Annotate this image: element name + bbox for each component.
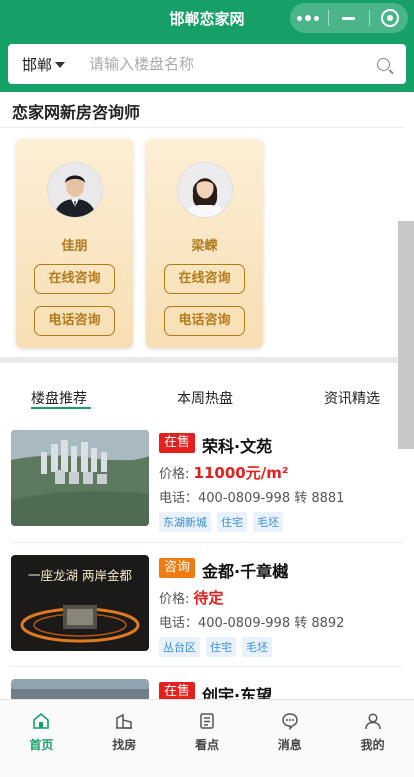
section-gap — [0, 357, 398, 363]
nav-label: 我的 — [360, 738, 385, 752]
tag: 毛坯 — [242, 637, 272, 657]
status-badge: 在售 — [159, 682, 196, 699]
consultant-name: 佳朋 — [61, 239, 88, 254]
online-consult-button[interactable]: 在线咨询 — [34, 264, 115, 294]
document-icon — [198, 712, 216, 730]
phone-consult-button[interactable]: 电话咨询 — [34, 306, 115, 336]
tag-list: 丛台区 住宅 毛坯 — [159, 637, 272, 657]
price-row: 价格: 11000元/m² — [159, 462, 288, 483]
nav-label: 看点 — [194, 738, 219, 752]
listing-name: 创宇·东望 — [202, 686, 273, 699]
listing-name: 金都·千章樾 — [202, 562, 289, 581]
listing-item[interactable]: 在售 创宇·东望 — [11, 679, 403, 699]
tag: 东湖新城 — [159, 512, 211, 532]
search-input[interactable] — [87, 54, 352, 74]
phone-text: 电话：400-0809-998 转 8881 — [159, 491, 345, 506]
tag: 住宅 — [217, 512, 247, 532]
tab-news[interactable]: 资讯精选 — [324, 388, 380, 408]
tag: 毛坯 — [253, 512, 283, 532]
divider — [0, 127, 404, 128]
active-tab-indicator — [31, 407, 91, 409]
tab-recommended[interactable]: 楼盘推荐 — [31, 388, 87, 408]
avatar — [47, 162, 103, 218]
phone-consult-button[interactable]: 电话咨询 — [164, 306, 245, 336]
status-badge: 咨询 — [159, 558, 196, 578]
price-row: 价格: 待定 — [159, 587, 224, 608]
tab-weekly-hot[interactable]: 本周热盘 — [177, 388, 233, 408]
price-label: 价格: — [159, 592, 190, 607]
consultant-list: 佳朋 在线咨询 电话咨询 梁嵘 在线咨询 电话咨询 — [16, 139, 263, 348]
close-button[interactable] — [375, 3, 405, 33]
divider — [11, 542, 403, 543]
nav-messages[interactable]: 消息 — [248, 700, 331, 777]
price-value: 待定 — [193, 589, 224, 607]
tag: 丛台区 — [159, 637, 200, 657]
nav-label: 首页 — [29, 738, 54, 752]
more-dots-icon — [296, 15, 319, 21]
nav-find-house[interactable]: 找房 — [83, 700, 166, 777]
listing-thumbnail: 一座龙湖 两岸金都 — [11, 555, 149, 651]
thumbnail-slogan: 一座龙湖 两岸金都 — [28, 568, 132, 583]
nav-mine[interactable]: 我的 — [331, 700, 414, 777]
city-selector[interactable]: 邯郸 — [22, 54, 66, 75]
price-value: 11000元/m² — [193, 464, 289, 482]
divider — [11, 666, 403, 667]
consultant-name: 梁嵘 — [191, 239, 218, 254]
search-bar: 邯郸 — [8, 44, 406, 84]
tag-list: 东湖新城 住宅 毛坯 — [159, 512, 283, 532]
city-label: 邯郸 — [22, 55, 53, 74]
minimize-icon — [342, 16, 356, 20]
minimize-button[interactable] — [334, 3, 364, 33]
avatar — [177, 162, 233, 218]
online-consult-button[interactable]: 在线咨询 — [164, 264, 245, 294]
listing-tabs: 楼盘推荐 本周热盘 资讯精选 — [0, 388, 398, 412]
consultant-card: 梁嵘 在线咨询 电话咨询 — [146, 139, 263, 348]
top-bar: 邯郸恋家网 邯郸 — [0, 0, 414, 92]
message-icon — [281, 712, 299, 730]
consultants-title: 恋家网新房咨询师 — [12, 103, 141, 122]
listing-name: 荣科·文苑 — [202, 437, 273, 456]
phone-text: 电话：400-0809-998 转 8892 — [159, 616, 345, 631]
caret-down-icon — [55, 62, 66, 68]
nav-home[interactable]: 首页 — [0, 700, 83, 777]
more-button[interactable] — [293, 3, 323, 33]
bottom-nav: 首页 找房 看点 消息 我的 — [0, 699, 414, 777]
scrollbar[interactable] — [398, 221, 414, 449]
price-label: 价格: — [159, 467, 190, 482]
user-icon — [364, 712, 382, 730]
nav-label: 找房 — [112, 738, 137, 752]
nav-label: 消息 — [277, 738, 302, 752]
buildings-icon — [115, 712, 133, 730]
consultant-card: 佳朋 在线咨询 电话咨询 — [16, 139, 133, 348]
close-target-icon — [381, 9, 400, 27]
search-icon[interactable] — [377, 58, 390, 71]
listing-item[interactable]: 在售 荣科·文苑 价格: 11000元/m² 电话：400-0809-998 转… — [11, 430, 403, 540]
listing-thumbnail — [11, 679, 149, 699]
mini-program-capsule — [290, 3, 408, 33]
capsule-divider — [369, 10, 371, 26]
tag: 住宅 — [206, 637, 236, 657]
listing-thumbnail — [11, 430, 149, 526]
capsule-divider — [327, 10, 329, 26]
listing-item[interactable]: 一座龙湖 两岸金都 咨询 金都·千章樾 价格: 待定 电话：400-0809-9… — [11, 555, 403, 665]
status-badge: 在售 — [159, 433, 196, 453]
nav-highlights[interactable]: 看点 — [166, 700, 249, 777]
home-icon — [32, 712, 50, 730]
